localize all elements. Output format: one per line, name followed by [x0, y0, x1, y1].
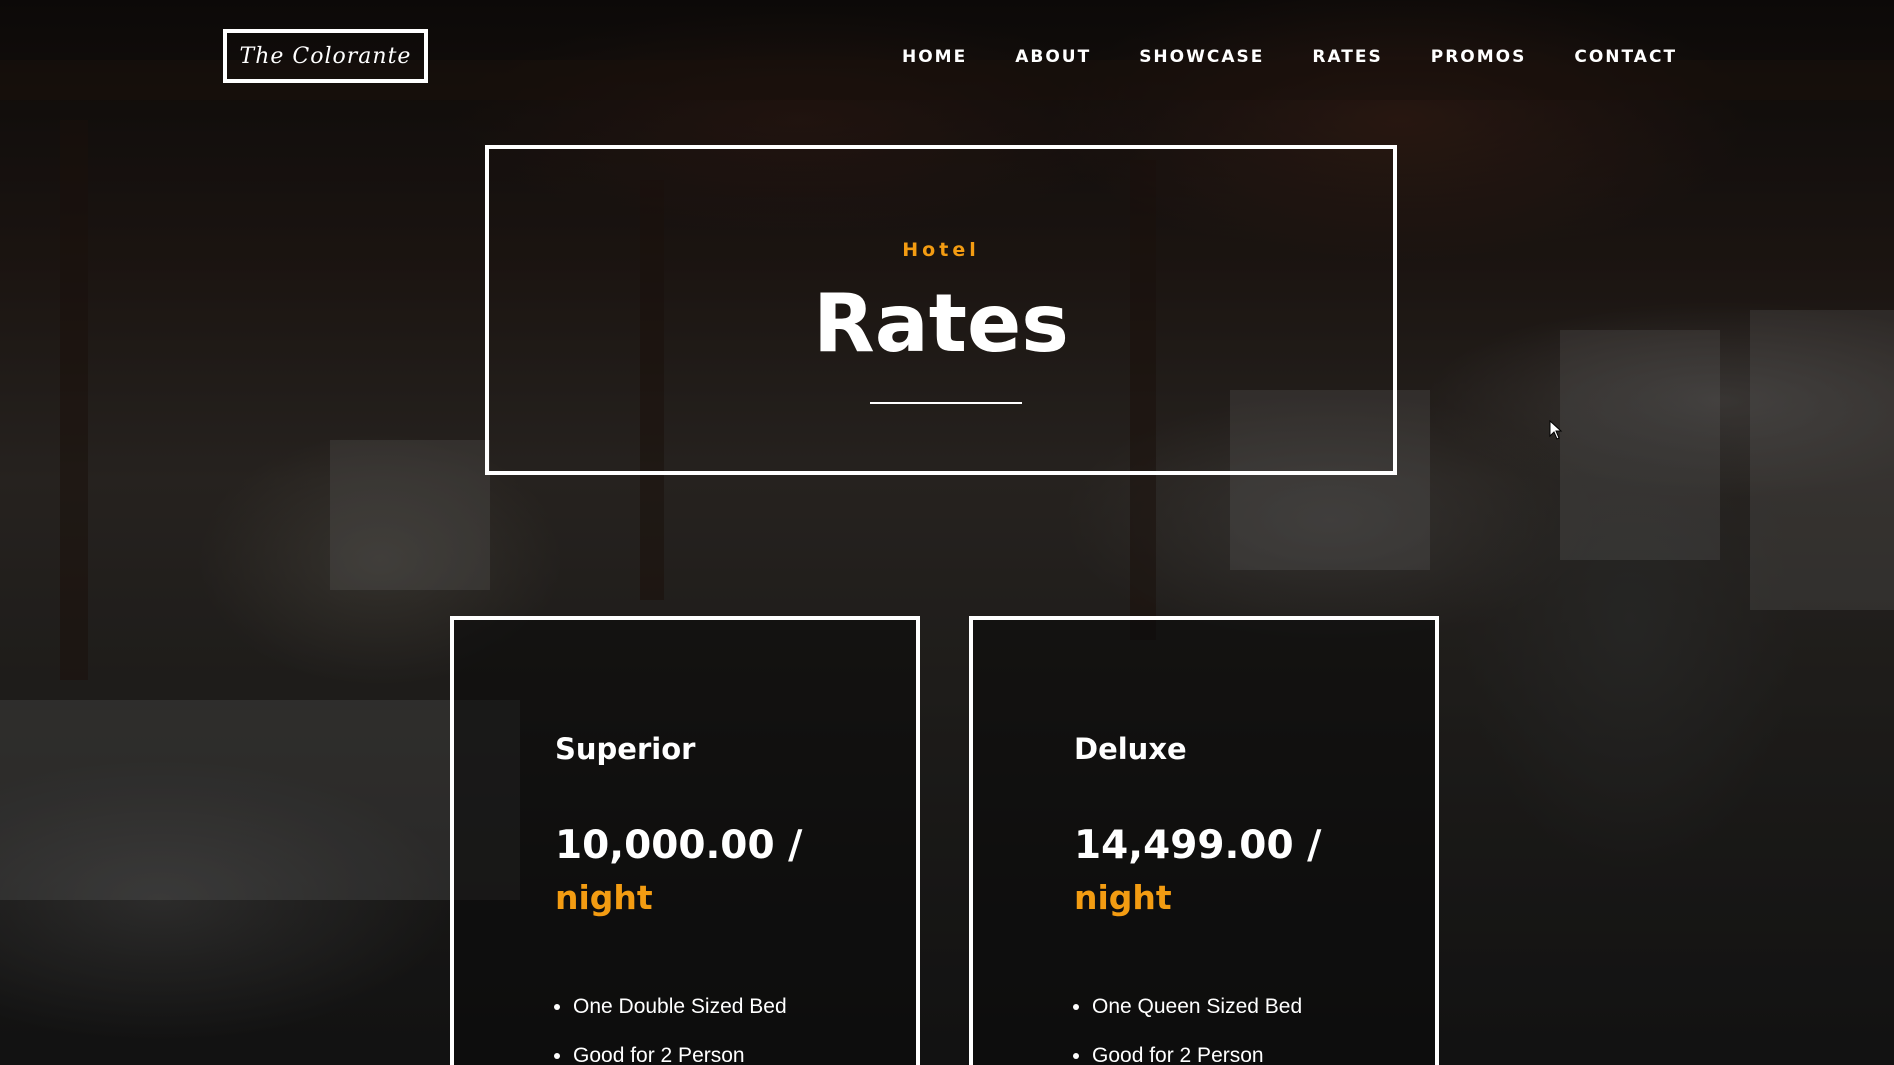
rate-unit: night — [555, 878, 653, 917]
rate-card-deluxe: Deluxe 14,499.00 / night One Queen Sized… — [969, 616, 1439, 1065]
hero-frame: Hotel Rates — [485, 145, 1397, 475]
nav-showcase[interactable]: SHOWCASE — [1139, 47, 1264, 67]
page: The Colorante HOME ABOUT SHOWCASE RATES … — [0, 0, 1894, 1065]
nav-rates[interactable]: RATES — [1312, 47, 1382, 67]
rate-features: One Double Sized Bed Good for 2 Person — [555, 982, 787, 1065]
rate-unit: night — [1074, 878, 1172, 917]
title-divider — [870, 402, 1022, 404]
rate-name: Deluxe — [1074, 732, 1187, 766]
rate-name: Superior — [555, 732, 696, 766]
main-nav: HOME ABOUT SHOWCASE RATES PROMOS CONTACT — [902, 47, 1677, 67]
nav-promos[interactable]: PROMOS — [1431, 47, 1527, 67]
nav-contact[interactable]: CONTACT — [1574, 47, 1677, 67]
rate-features: One Queen Sized Bed Good for 2 Person — [1074, 982, 1302, 1065]
page-title: Rates — [813, 277, 1069, 370]
feature-item: Good for 2 Person — [573, 1031, 787, 1065]
logo-text: The Colorante — [239, 43, 412, 69]
feature-item: One Double Sized Bed — [573, 982, 787, 1031]
nav-home[interactable]: HOME — [902, 47, 967, 67]
mouse-cursor-icon — [1549, 420, 1563, 440]
rate-price: 14,499.00 / — [1074, 823, 1322, 868]
rate-card-superior: Superior 10,000.00 / night One Double Si… — [450, 616, 920, 1065]
feature-item: Good for 2 Person — [1092, 1031, 1302, 1065]
nav-about[interactable]: ABOUT — [1015, 47, 1091, 67]
rate-price: 10,000.00 / — [555, 823, 803, 868]
feature-item: One Queen Sized Bed — [1092, 982, 1302, 1031]
site-logo[interactable]: The Colorante — [223, 29, 428, 83]
hero-kicker: Hotel — [902, 239, 980, 261]
